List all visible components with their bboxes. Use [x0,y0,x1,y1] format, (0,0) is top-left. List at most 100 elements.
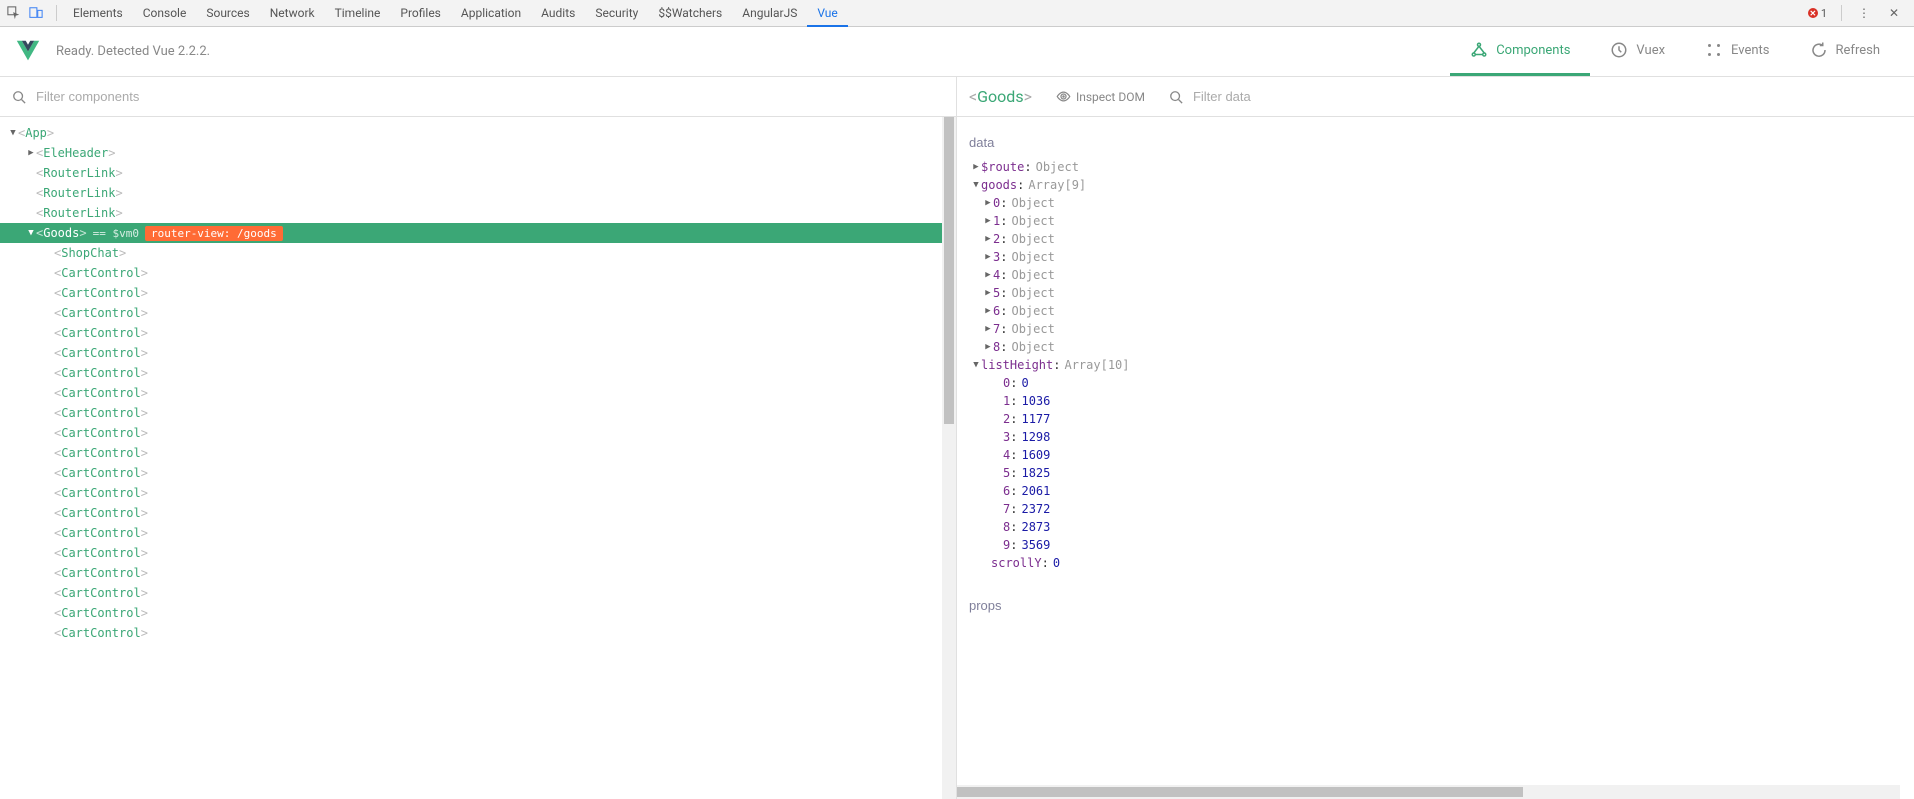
data-key: 6 [1003,484,1010,498]
devtools-tab-network[interactable]: Network [260,0,325,27]
tree-row[interactable]: <CartControl> [0,343,956,363]
tree-row[interactable]: <CartControl> [0,523,956,543]
tree-row[interactable]: ▶<EleHeader> [0,143,956,163]
tree-row[interactable]: <CartControl> [0,403,956,423]
data-row[interactable]: 5: 1825 [969,464,1914,482]
inspect-element-icon[interactable] [6,5,22,21]
error-count-badge[interactable]: ✕ 1 [1808,7,1827,20]
tree-row[interactable]: <ShopChat> [0,243,956,263]
expand-arrow-icon[interactable]: ▶ [983,270,993,280]
tree-row[interactable]: <RouterLink> [0,203,956,223]
tree-row[interactable]: <CartControl> [0,463,956,483]
devtools-tab-vue[interactable]: Vue [807,0,847,27]
tree-row[interactable]: <RouterLink> [0,183,956,203]
expand-arrow-icon[interactable]: ▶ [983,288,993,298]
expand-arrow-icon[interactable]: ▼ [26,228,36,238]
tree-row[interactable]: ▼<App> [0,123,956,143]
tree-row[interactable]: <CartControl> [0,583,956,603]
tree-row[interactable]: <RouterLink> [0,163,956,183]
data-row[interactable]: ▶$route: Object [969,158,1914,176]
tree-row[interactable]: <CartControl> [0,383,956,403]
data-row[interactable]: 0: 0 [969,374,1914,392]
tree-row[interactable]: <CartControl> [0,563,956,583]
tree-row[interactable]: <CartControl> [0,323,956,343]
data-row[interactable]: 3: 1298 [969,428,1914,446]
expand-arrow-icon[interactable]: ▶ [983,198,993,208]
data-row[interactable]: ▶2: Object [969,230,1914,248]
vm-badge: == $vm0 [93,227,139,240]
expand-arrow-icon[interactable]: ▼ [8,128,18,138]
devtools-tab-application[interactable]: Application [451,0,531,27]
devtools-tab-audits[interactable]: Audits [531,0,585,27]
kebab-menu-icon[interactable]: ⋮ [1856,5,1872,21]
tree-row[interactable]: <CartControl> [0,503,956,523]
expand-arrow-icon[interactable]: ▶ [971,162,981,172]
data-row[interactable]: ▶1: Object [969,212,1914,230]
filter-components-input[interactable] [36,89,944,104]
data-row[interactable]: ▶6: Object [969,302,1914,320]
inspect-dom-button[interactable]: Inspect DOM [1056,89,1145,104]
tab-components[interactable]: Components [1450,27,1590,76]
data-row[interactable]: ▼listHeight: Array[10] [969,356,1914,374]
data-row[interactable]: ▶0: Object [969,194,1914,212]
data-row[interactable]: ▶7: Object [969,320,1914,338]
data-row[interactable]: 9: 3569 [969,536,1914,554]
data-row[interactable]: 2: 1177 [969,410,1914,428]
tab-label: Events [1731,43,1769,58]
close-icon[interactable]: ✕ [1886,5,1902,21]
expand-arrow-icon[interactable]: ▼ [971,180,981,190]
device-toolbar-icon[interactable] [28,5,44,21]
data-inspector[interactable]: data▶$route: Object▼goods: Array[9]▶0: O… [957,117,1914,799]
expand-arrow-icon[interactable]: ▶ [983,324,993,334]
tree-row[interactable]: <CartControl> [0,263,956,283]
tab-events[interactable]: Events [1685,27,1789,76]
data-row[interactable]: 1: 1036 [969,392,1914,410]
data-row[interactable]: ▼goods: Array[9] [969,176,1914,194]
tree-row[interactable]: <CartControl> [0,623,956,643]
data-row[interactable]: scrollY: 0 [969,554,1914,572]
tree-row[interactable]: <CartControl> [0,543,956,563]
devtools-tab-profiles[interactable]: Profiles [390,0,451,27]
tree-row[interactable]: <CartControl> [0,443,956,463]
filter-data-input[interactable] [1193,89,1902,104]
expand-arrow-icon[interactable]: ▶ [983,342,993,352]
data-row[interactable]: 4: 1609 [969,446,1914,464]
devtools-tab-elements[interactable]: Elements [63,0,133,27]
vertical-scrollbar[interactable] [942,117,956,799]
tree-row[interactable]: <CartControl> [0,303,956,323]
data-row[interactable]: ▶4: Object [969,266,1914,284]
data-row[interactable]: 6: 2061 [969,482,1914,500]
tree-row[interactable]: <CartControl> [0,483,956,503]
data-row[interactable]: 8: 2873 [969,518,1914,536]
expand-arrow-icon[interactable]: ▶ [983,306,993,316]
data-row[interactable]: ▶3: Object [969,248,1914,266]
devtools-tab-angularjs[interactable]: AngularJS [732,0,807,27]
tab-label: Refresh [1836,43,1880,58]
tree-row[interactable]: <CartControl> [0,423,956,443]
expand-arrow-icon[interactable]: ▶ [26,148,36,158]
component-tree[interactable]: ▼<App>▶<EleHeader><RouterLink><RouterLin… [0,117,956,799]
data-row[interactable]: 7: 2372 [969,500,1914,518]
data-row[interactable]: ▶5: Object [969,284,1914,302]
tree-row[interactable]: <CartControl> [0,363,956,383]
horizontal-scrollbar[interactable] [957,785,1900,799]
expand-arrow-icon[interactable]: ▼ [971,360,981,370]
devtools-tab-security[interactable]: Security [585,0,648,27]
tree-row[interactable]: ▼<Goods> == $vm0router-view: /goods [0,223,956,243]
tree-row[interactable]: <CartControl> [0,283,956,303]
component-label: <CartControl> [54,386,148,400]
data-row[interactable]: ▶8: Object [969,338,1914,356]
expand-arrow-icon[interactable]: ▶ [983,252,993,262]
devtools-tab-timeline[interactable]: Timeline [325,0,391,27]
devtools-tab-sources[interactable]: Sources [196,0,259,27]
tab-refresh[interactable]: Refresh [1790,27,1900,76]
devtools-tab-console[interactable]: Console [133,0,197,27]
data-value: Object [1011,196,1054,210]
expand-arrow-icon[interactable]: ▶ [983,216,993,226]
expand-arrow-icon[interactable]: ▶ [983,234,993,244]
tab-vuex[interactable]: Vuex [1590,27,1685,76]
data-value: 1036 [1021,394,1050,408]
component-label: <CartControl> [54,626,148,640]
tree-row[interactable]: <CartControl> [0,603,956,623]
devtools-tab-$$watchers[interactable]: $$Watchers [648,0,732,27]
